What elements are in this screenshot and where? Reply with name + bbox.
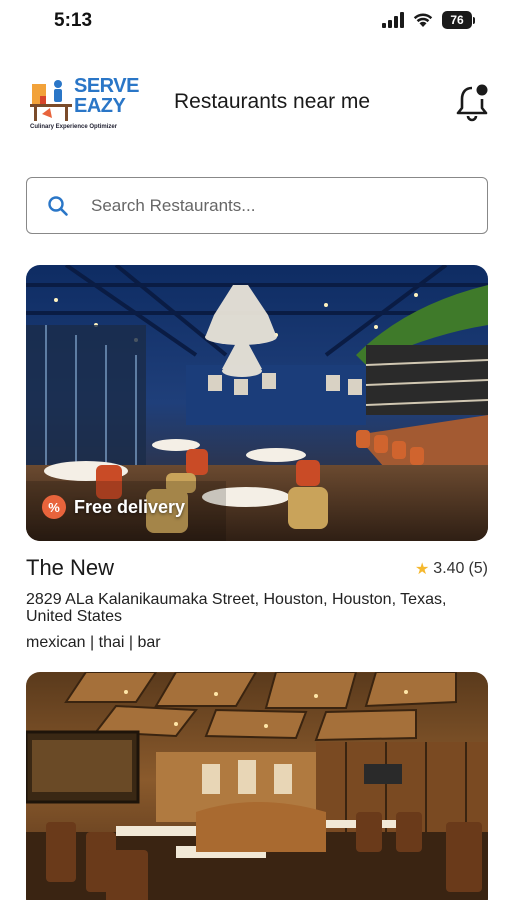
restaurant-image[interactable]: % Free delivery bbox=[26, 265, 488, 541]
logo-dining-icon bbox=[30, 80, 72, 121]
restaurant-card[interactable] bbox=[26, 672, 488, 900]
search-input[interactable] bbox=[91, 195, 451, 216]
star-icon: ★ bbox=[414, 561, 430, 578]
status-icons: 76 bbox=[382, 11, 475, 29]
restaurant-photo-wood-interior bbox=[26, 672, 488, 900]
restaurant-address: 2829 ALa Kalanikaumaka Street, Houston, … bbox=[26, 591, 447, 625]
restaurant-rating: ★ 3.40 (5) bbox=[415, 559, 488, 579]
signal-icon bbox=[382, 12, 404, 28]
free-delivery-label: Free delivery bbox=[74, 496, 186, 517]
status-bar: 5:13 76 bbox=[0, 0, 507, 44]
battery-level: 76 bbox=[442, 11, 472, 29]
battery-icon: 76 bbox=[442, 11, 475, 29]
review-count: (5) bbox=[468, 560, 488, 577]
free-delivery-badge: % Free delivery bbox=[42, 495, 185, 519]
status-time: 5:13 bbox=[54, 10, 93, 31]
app-logo[interactable]: SERVE EAZY Culinary Experience Optimizer bbox=[30, 74, 139, 144]
logo-text-serve: SERVE bbox=[74, 75, 139, 97]
search-icon[interactable] bbox=[47, 195, 69, 217]
restaurant-info: The New ★ 3.40 (5) 2829 ALa Kalanikaumak… bbox=[26, 555, 488, 652]
page-title: Restaurants near me bbox=[174, 90, 371, 113]
logo-text-eazy: EAZY bbox=[74, 95, 126, 117]
rating-value: 3.40 bbox=[433, 560, 465, 577]
app-header: SERVE EAZY Culinary Experience Optimizer… bbox=[0, 62, 507, 146]
restaurant-image[interactable] bbox=[26, 672, 488, 900]
restaurant-card[interactable]: % Free delivery The New ★ 3.40 (5) 2829 … bbox=[26, 265, 488, 652]
search-bar[interactable] bbox=[26, 177, 488, 234]
wifi-icon bbox=[413, 13, 433, 27]
restaurant-tags: mexican | thai | bar bbox=[26, 634, 161, 651]
notification-bell-icon[interactable] bbox=[454, 82, 490, 122]
logo-tagline: Culinary Experience Optimizer bbox=[30, 124, 118, 130]
delivery-icon: % bbox=[42, 495, 66, 519]
